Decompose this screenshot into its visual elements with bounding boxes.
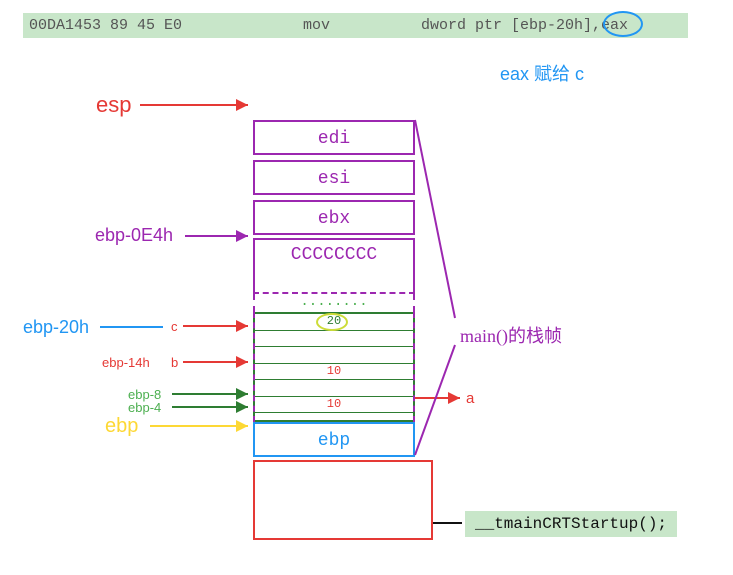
row-empty2: [255, 347, 413, 364]
row-10a: 10: [255, 364, 413, 381]
row-empty3: [255, 380, 413, 397]
label-ebp: ebp: [105, 415, 138, 438]
label-esp: esp: [96, 92, 131, 118]
cell-edi: edi: [253, 120, 415, 155]
asm-address: 00DA1453 89 45 E0: [29, 13, 182, 38]
label-ebp-14h: ebp-14h: [102, 355, 150, 370]
label-b: b: [171, 355, 178, 370]
row-empty1: [255, 331, 413, 348]
cell-ebp: ebp: [253, 422, 415, 457]
value-20-circle: [316, 313, 348, 331]
label-main-frame: main()的栈帧: [460, 322, 562, 348]
red-frame: [253, 460, 433, 540]
cell-esi: esi: [253, 160, 415, 195]
cell-cc: CCCCCCCC: [253, 238, 415, 294]
annotation-text: eax 赋给 c: [500, 60, 584, 86]
row-10b: 10: [255, 397, 413, 414]
eax-circle: [603, 11, 643, 37]
label-a: a: [466, 390, 474, 407]
label-ebp-0e4h: ebp-0E4h: [95, 225, 173, 246]
cell-dots: ........: [253, 294, 415, 312]
asm-mnemonic: mov: [303, 13, 330, 38]
cell-ebx: ebx: [253, 200, 415, 235]
label-ebp-4: ebp-4: [128, 400, 161, 415]
label-c: c: [171, 319, 178, 334]
asm-operands: dword ptr [ebp-20h],eax: [421, 13, 628, 38]
label-ebp-20h: ebp-20h: [23, 317, 89, 338]
label-startup: __tmainCRTStartup();: [465, 511, 677, 537]
asm-line: 00DA1453 89 45 E0 mov dword ptr [ebp-20h…: [23, 13, 688, 38]
